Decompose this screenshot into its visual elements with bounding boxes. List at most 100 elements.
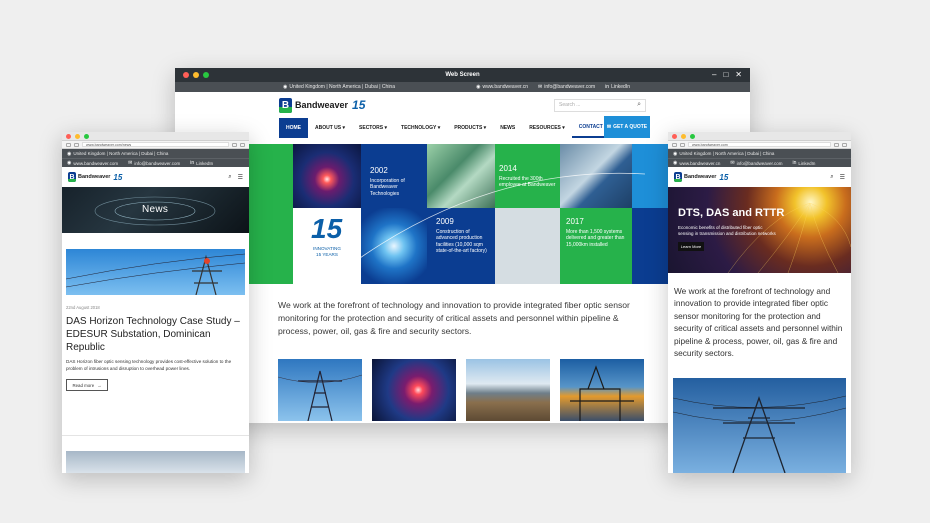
- news-browser-window: www.bandweaver.com/news ◉ United Kingdom…: [62, 132, 249, 473]
- mail-icon: ✉: [128, 160, 133, 166]
- thumb-pipeline-landscape[interactable]: [466, 359, 550, 421]
- linkedin-text: LinkedIn: [798, 160, 816, 166]
- article-image[interactable]: [66, 249, 245, 295]
- divider: [62, 435, 249, 436]
- tabs-icon[interactable]: [240, 142, 245, 147]
- logo-wordmark: Bandweaver: [684, 174, 717, 180]
- hero-banner: DTS, DAS and RTTR Economic benefits of d…: [668, 187, 851, 273]
- email-text: info@bandweaver.com: [544, 84, 596, 90]
- maximize-dot-icon[interactable]: [690, 133, 695, 139]
- website-link[interactable]: ◉ www.bandweaver.com: [67, 160, 118, 166]
- intro-paragraph: We work at the forefront of technology a…: [674, 286, 843, 359]
- read-more-button[interactable]: Read more →: [66, 379, 108, 392]
- hero-title: DTS, DAS and RTTR: [678, 207, 785, 219]
- arc-decoration: [324, 172, 646, 284]
- nav-resources[interactable]: RESOURCES ▾: [522, 118, 572, 138]
- thumb-oil-rig[interactable]: [560, 359, 644, 421]
- email-link[interactable]: ✉ info@bandweaver.com: [128, 160, 180, 166]
- logo-mark-icon: B: [68, 172, 76, 182]
- article-title[interactable]: DAS Horizon Technology Case Study – EDES…: [66, 315, 245, 354]
- nav-technology[interactable]: TECHNOLOGY ▾: [394, 118, 447, 138]
- address-bar[interactable]: www.bandweaver.com/news: [82, 142, 229, 147]
- location-icon: ◉: [673, 150, 678, 157]
- email-link[interactable]: ✉ info@bandweaver.com: [538, 84, 595, 90]
- email-text: info@bandweaver.com: [134, 160, 181, 166]
- linkedin-icon: in: [792, 160, 797, 166]
- learn-more-button[interactable]: Learn More: [678, 242, 704, 251]
- read-more-label: Read more: [72, 382, 95, 388]
- nav-label: HOME: [286, 125, 301, 131]
- email-link[interactable]: ✉ info@bandweaver.com: [730, 160, 782, 166]
- website-link[interactable]: ◉ www.bandweaver.cn: [673, 160, 720, 166]
- office-locations: ◉ United Kingdom | North America | Dubai…: [283, 84, 395, 90]
- minimize-dot-icon[interactable]: [75, 133, 80, 139]
- back-icon[interactable]: [66, 142, 71, 147]
- close-dot-icon[interactable]: [66, 133, 71, 139]
- linkedin-link[interactable]: in LinkedIn: [190, 160, 213, 166]
- contact-info-bar: ◉ www.bandweaver.cn ✉ info@bandweaver.co…: [668, 158, 851, 167]
- email-text: info@bandweaver.com: [736, 160, 783, 166]
- close-dot-icon[interactable]: [672, 133, 677, 139]
- address-bar[interactable]: www.bandweaver.com: [688, 142, 831, 147]
- office-locations: ◉ United Kingdom | North America | Dubai…: [67, 151, 168, 157]
- timeline-mosaic: 2002 Incorporation of Bandweaver Technol…: [175, 144, 750, 284]
- chevron-down-icon: ▾: [483, 125, 487, 131]
- tabs-icon[interactable]: [842, 142, 847, 147]
- nav-label: CONTACT: [578, 124, 603, 130]
- location-icon: ◉: [673, 160, 678, 166]
- nav-label: TECHNOLOGY: [401, 125, 437, 131]
- mail-icon: ✉: [538, 84, 543, 90]
- thumb-power-lines[interactable]: [278, 359, 362, 421]
- site-logo[interactable]: B Bandweaver 15: [279, 97, 366, 113]
- nav-sectors[interactable]: SECTORS ▾: [352, 118, 394, 138]
- linkedin-link[interactable]: in LinkedIn: [792, 160, 815, 166]
- chevron-down-icon: ▾: [562, 125, 565, 131]
- sector-thumbnails: [278, 359, 644, 421]
- nav-news[interactable]: NEWS: [493, 118, 522, 138]
- menu-icon[interactable]: ☰: [238, 174, 243, 181]
- location-icon: ◉: [476, 84, 481, 90]
- forward-icon[interactable]: [680, 142, 685, 147]
- search-input[interactable]: Search ... ⌕: [554, 98, 646, 112]
- maximize-dot-icon[interactable]: [84, 133, 89, 139]
- back-icon[interactable]: [672, 142, 677, 147]
- nav-label: ABOUT US: [315, 125, 342, 131]
- website-link[interactable]: ◉ www.bandweaver.cn: [476, 84, 528, 90]
- location-icon: ◉: [67, 150, 72, 157]
- site-logo[interactable]: B Bandweaver 15: [68, 172, 122, 182]
- browser-toolbar: www.bandweaver.com/news: [62, 141, 249, 149]
- power-tower-image[interactable]: [673, 378, 846, 473]
- search-icon[interactable]: ⌕: [228, 174, 231, 181]
- nav-home[interactable]: HOME: [279, 118, 308, 138]
- window-title: Web Screen: [445, 72, 480, 78]
- site-logo[interactable]: B Bandweaver 15: [674, 172, 728, 182]
- search-icon[interactable]: ⌕: [830, 174, 833, 181]
- browser-toolbar: www.bandweaver.com: [668, 141, 851, 149]
- nav-products[interactable]: PRODUCTS ▾: [447, 118, 493, 138]
- nav-about[interactable]: ABOUT US ▾: [308, 118, 352, 138]
- locations-text: United Kingdom | North America | Dubai |…: [679, 151, 775, 156]
- logo-wordmark: Bandweaver: [295, 100, 349, 110]
- website-text: www.bandweaver.cn: [679, 160, 721, 166]
- hero-subtitle: Economic benefits of distributed fiber o…: [678, 225, 776, 236]
- get-a-quote-button[interactable]: ✉ GET A QUOTE: [604, 116, 650, 138]
- minimize-icon[interactable]: –: [712, 70, 716, 79]
- share-icon[interactable]: [834, 142, 839, 147]
- anniversary-logo: 15: [113, 172, 123, 182]
- maximize-icon[interactable]: □: [723, 70, 728, 79]
- linkedin-link[interactable]: in LinkedIn: [605, 84, 630, 90]
- close-icon[interactable]: ✕: [735, 70, 742, 79]
- share-icon[interactable]: [232, 142, 237, 147]
- thumb-tunnel[interactable]: [372, 359, 456, 421]
- minimize-dot-icon[interactable]: [681, 133, 686, 139]
- top-info-bar: ◉ United Kingdom | North America | Dubai…: [668, 149, 851, 158]
- menu-icon[interactable]: ☰: [840, 174, 845, 181]
- search-icon[interactable]: ⌕: [637, 101, 641, 109]
- chevron-down-icon: ▾: [342, 125, 346, 131]
- location-icon: ◉: [283, 84, 288, 90]
- mail-icon: ✉: [730, 160, 735, 166]
- nav-label: PRODUCTS: [454, 125, 483, 131]
- next-article-image[interactable]: [66, 451, 245, 473]
- anniversary-logo: 15: [352, 98, 366, 112]
- forward-icon[interactable]: [74, 142, 79, 147]
